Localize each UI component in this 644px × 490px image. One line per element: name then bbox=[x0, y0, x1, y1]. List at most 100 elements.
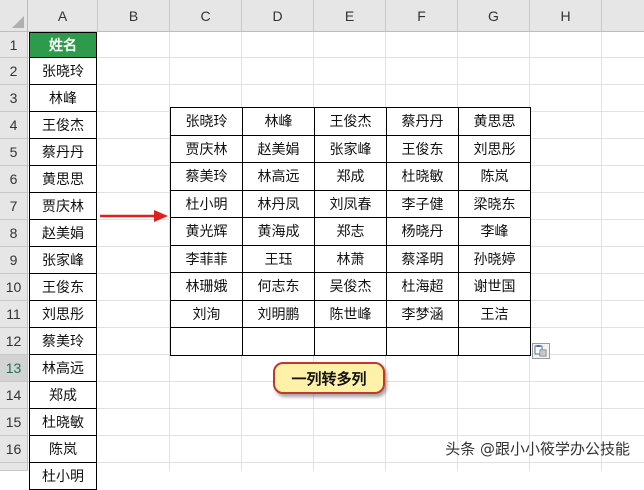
name-column-header[interactable]: 姓名 bbox=[29, 32, 97, 58]
row-header-1[interactable]: 1 bbox=[0, 32, 28, 58]
row-header-7[interactable]: 7 bbox=[0, 193, 28, 220]
column-header-g[interactable]: G bbox=[458, 0, 530, 32]
table-cell[interactable]: 何志东 bbox=[242, 272, 315, 301]
table-cell[interactable]: 林峰 bbox=[242, 107, 315, 136]
name-cell[interactable]: 张家峰 bbox=[29, 247, 97, 274]
name-cell[interactable]: 蔡美玲 bbox=[29, 328, 97, 355]
table-cell[interactable]: 赵美娟 bbox=[242, 134, 315, 163]
name-cell[interactable]: 张晓玲 bbox=[29, 58, 97, 85]
column-header-d[interactable]: D bbox=[242, 0, 314, 32]
row-header-15[interactable]: 15 bbox=[0, 409, 28, 436]
column-header-e[interactable]: E bbox=[314, 0, 386, 32]
gridline bbox=[28, 462, 644, 463]
column-header-a[interactable]: A bbox=[28, 0, 98, 32]
table-cell[interactable]: 林萧 bbox=[314, 244, 387, 273]
table-cell[interactable]: 蔡泽明 bbox=[386, 244, 459, 273]
table-cell[interactable]: 郑志 bbox=[314, 217, 387, 246]
name-cell[interactable]: 蔡丹丹 bbox=[29, 139, 97, 166]
table-cell[interactable]: 梁晓东 bbox=[458, 189, 531, 218]
name-cell[interactable]: 林峰 bbox=[29, 85, 97, 112]
table-row: 黄光辉 黄海成 郑志 杨晓丹 李峰 bbox=[170, 217, 531, 246]
table-cell[interactable] bbox=[314, 327, 387, 356]
table-cell[interactable]: 陈世峰 bbox=[314, 299, 387, 328]
row-header-14[interactable]: 14 bbox=[0, 382, 28, 409]
table-cell[interactable]: 刘明鹏 bbox=[242, 299, 315, 328]
table-cell[interactable] bbox=[386, 327, 459, 356]
table-cell[interactable] bbox=[170, 327, 243, 356]
table-cell[interactable]: 孙晓婷 bbox=[458, 244, 531, 273]
name-cell[interactable]: 黄思思 bbox=[29, 166, 97, 193]
name-cell[interactable]: 王俊东 bbox=[29, 274, 97, 301]
name-cell[interactable]: 杜晓敏 bbox=[29, 409, 97, 436]
name-cell[interactable]: 郑成 bbox=[29, 382, 97, 409]
table-cell[interactable]: 林珊娥 bbox=[170, 272, 243, 301]
table-cell[interactable]: 王珏 bbox=[242, 244, 315, 273]
column-header-c[interactable]: C bbox=[170, 0, 242, 32]
watermark: 头条 @跟小小筱学办公技能 bbox=[445, 440, 630, 458]
row-header-9[interactable]: 9 bbox=[0, 247, 28, 274]
row-header-11[interactable]: 11 bbox=[0, 301, 28, 328]
select-all-corner[interactable] bbox=[0, 0, 28, 32]
row-header-6[interactable]: 6 bbox=[0, 166, 28, 193]
table-cell[interactable]: 李峰 bbox=[458, 217, 531, 246]
name-cell[interactable]: 陈岚 bbox=[29, 436, 97, 463]
table-cell[interactable]: 陈岚 bbox=[458, 162, 531, 191]
table-cell[interactable]: 张晓玲 bbox=[170, 107, 243, 136]
table-row: 蔡美玲 林高远 郑成 杜晓敏 陈岚 bbox=[170, 162, 531, 191]
table-cell[interactable]: 谢世国 bbox=[458, 272, 531, 301]
column-header-f[interactable]: F bbox=[386, 0, 458, 32]
row-header-2[interactable]: 2 bbox=[0, 58, 28, 85]
name-cell[interactable]: 刘思彤 bbox=[29, 301, 97, 328]
table-cell[interactable]: 林丹凤 bbox=[242, 189, 315, 218]
table-cell[interactable]: 蔡丹丹 bbox=[386, 107, 459, 136]
table-cell[interactable]: 蔡美玲 bbox=[170, 162, 243, 191]
table-cell[interactable]: 杜小明 bbox=[170, 189, 243, 218]
row-header-13[interactable]: 13 bbox=[0, 355, 28, 382]
name-cell[interactable]: 林高远 bbox=[29, 355, 97, 382]
gridline bbox=[601, 32, 602, 471]
table-row: 张晓玲 林峰 王俊杰 蔡丹丹 黄思思 bbox=[170, 107, 531, 136]
gridline bbox=[28, 84, 644, 85]
name-cell[interactable]: 王俊杰 bbox=[29, 112, 97, 139]
name-cell[interactable]: 杜小明 bbox=[29, 463, 97, 490]
table-cell[interactable]: 张家峰 bbox=[314, 134, 387, 163]
table-cell[interactable]: 刘洵 bbox=[170, 299, 243, 328]
table-cell[interactable]: 黄思思 bbox=[458, 107, 531, 136]
table-cell[interactable]: 杜晓敏 bbox=[386, 162, 459, 191]
table-cell[interactable]: 杜海超 bbox=[386, 272, 459, 301]
table-cell[interactable]: 刘凤春 bbox=[314, 189, 387, 218]
table-cell[interactable] bbox=[242, 327, 315, 356]
select-all-triangle-icon bbox=[12, 16, 24, 28]
row-header-5[interactable]: 5 bbox=[0, 139, 28, 166]
table-cell[interactable]: 黄海成 bbox=[242, 217, 315, 246]
paste-options-icon[interactable] bbox=[532, 343, 550, 359]
table-cell[interactable]: 杨晓丹 bbox=[386, 217, 459, 246]
title-banner: 一列转多列 bbox=[273, 362, 385, 394]
row-header-17[interactable] bbox=[0, 463, 28, 471]
row-header-12[interactable]: 12 bbox=[0, 328, 28, 355]
table-cell[interactable]: 刘思彤 bbox=[458, 134, 531, 163]
table-cell[interactable] bbox=[458, 327, 531, 356]
result-table: 张晓玲 林峰 王俊杰 蔡丹丹 黄思思 贾庆林 赵美娟 张家峰 王俊东 刘思彤 蔡… bbox=[170, 107, 531, 356]
name-cell[interactable]: 贾庆林 bbox=[29, 193, 97, 220]
gridline bbox=[28, 57, 644, 58]
row-header-3[interactable]: 3 bbox=[0, 85, 28, 112]
table-cell[interactable]: 王洁 bbox=[458, 299, 531, 328]
row-header-10[interactable]: 10 bbox=[0, 274, 28, 301]
table-cell[interactable]: 王俊杰 bbox=[314, 107, 387, 136]
row-header-4[interactable]: 4 bbox=[0, 112, 28, 139]
table-cell[interactable]: 林高远 bbox=[242, 162, 315, 191]
table-cell[interactable]: 李子健 bbox=[386, 189, 459, 218]
table-cell[interactable]: 贾庆林 bbox=[170, 134, 243, 163]
table-cell[interactable]: 李梦涵 bbox=[386, 299, 459, 328]
table-cell[interactable]: 郑成 bbox=[314, 162, 387, 191]
table-cell[interactable]: 吴俊杰 bbox=[314, 272, 387, 301]
row-header-16[interactable]: 16 bbox=[0, 436, 28, 463]
column-header-h[interactable]: H bbox=[530, 0, 602, 32]
table-cell[interactable]: 李菲菲 bbox=[170, 244, 243, 273]
column-header-b[interactable]: B bbox=[98, 0, 170, 32]
table-cell[interactable]: 王俊东 bbox=[386, 134, 459, 163]
name-cell[interactable]: 赵美娟 bbox=[29, 220, 97, 247]
row-header-8[interactable]: 8 bbox=[0, 220, 28, 247]
table-cell[interactable]: 黄光辉 bbox=[170, 217, 243, 246]
